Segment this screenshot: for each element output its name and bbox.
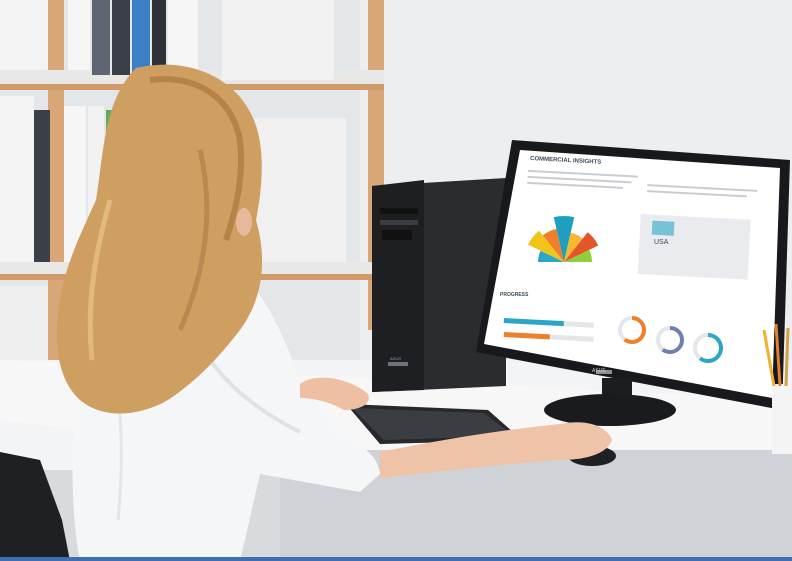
office-photo — [0, 0, 792, 561]
desktop-tower — [372, 178, 506, 392]
bottom-border — [0, 557, 792, 561]
